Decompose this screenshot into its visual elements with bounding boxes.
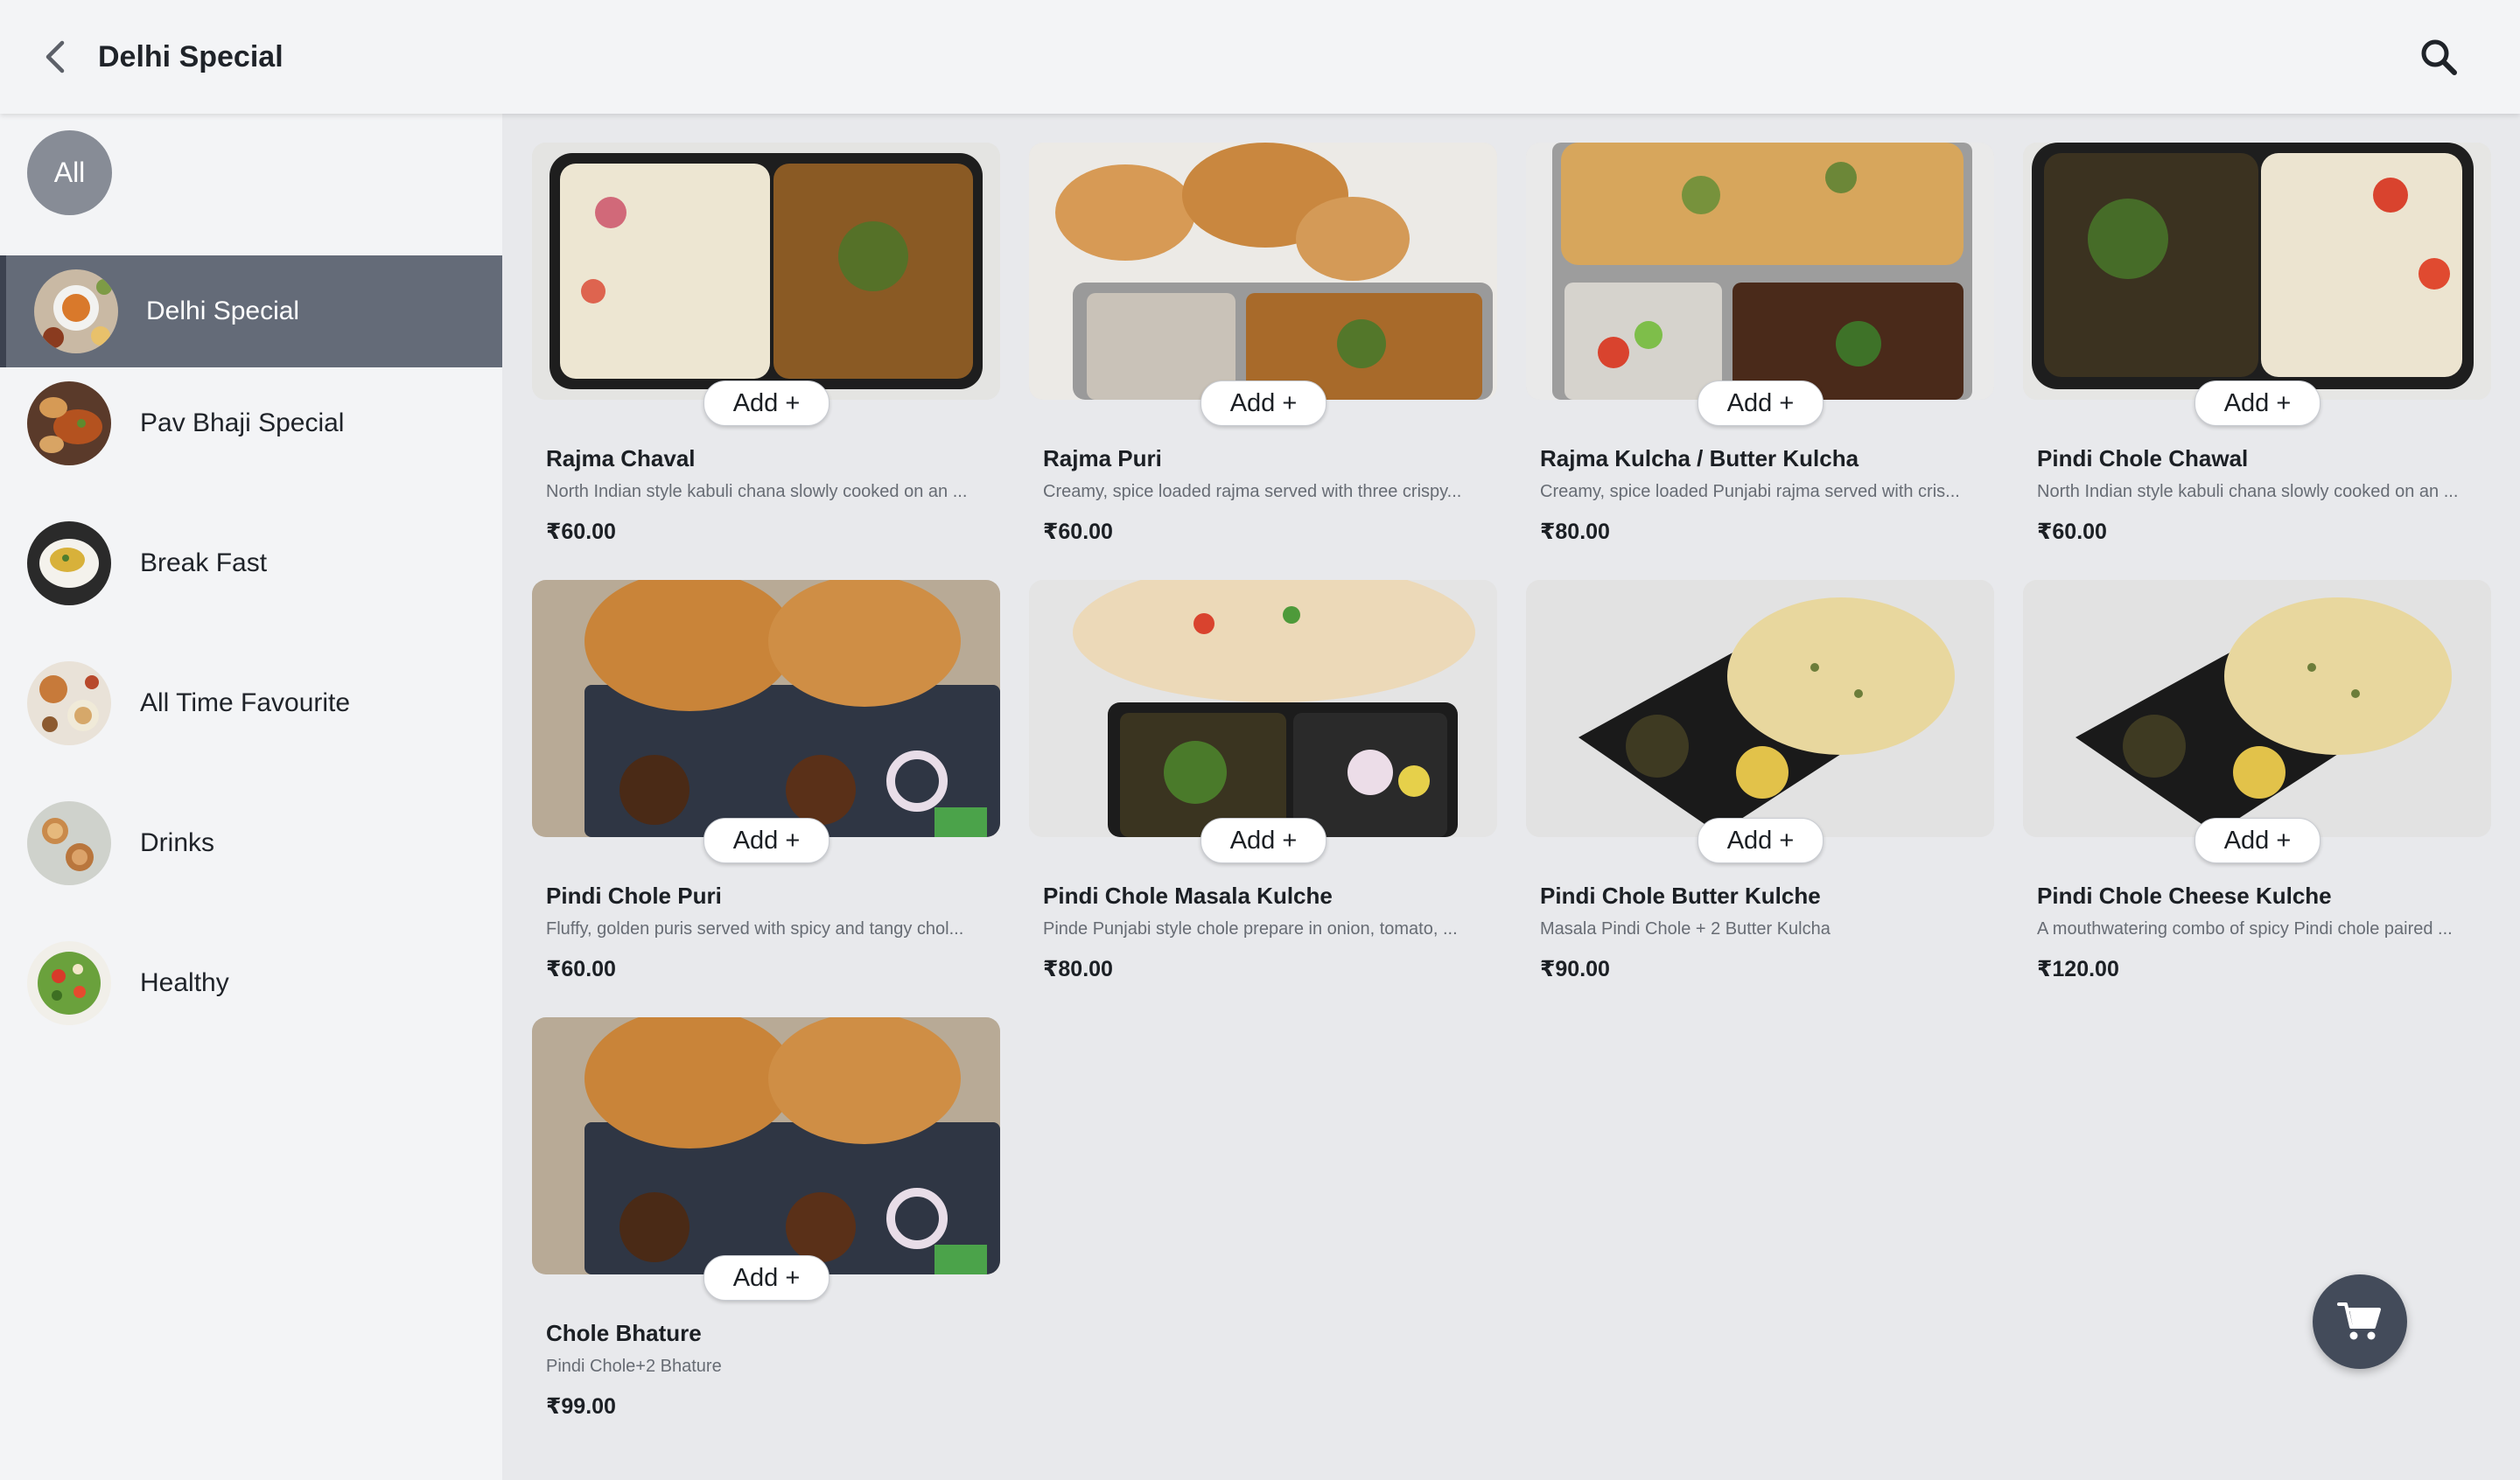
- sidebar-item-all-time-favourite[interactable]: All Time Favourite: [0, 647, 502, 759]
- product-description: Pindi Chole+2 Bhature: [546, 1357, 722, 1376]
- product-price: ₹60.00: [2037, 520, 2107, 544]
- category-sidebar: All Delhi Special Pav Bhaji Special Brea…: [0, 114, 502, 1480]
- product-image: [2023, 143, 2491, 400]
- product-price: ₹80.00: [1540, 520, 1610, 544]
- page-title: Delhi Special: [98, 40, 284, 73]
- product-price: ₹80.00: [1043, 957, 1113, 981]
- product-price: ₹120.00: [2037, 957, 2119, 981]
- product-description: Creamy, spice loaded rajma served with t…: [1043, 482, 1462, 501]
- product-name: Rajma Chaval: [546, 445, 696, 471]
- product-price: ₹60.00: [1043, 520, 1113, 544]
- product-image: [532, 143, 1000, 400]
- product-image: [1526, 580, 1994, 837]
- product-card-rajma-puri[interactable]: Add + Rajma Puri Creamy, spice loaded ra…: [1029, 143, 1497, 544]
- product-image: [532, 580, 1000, 837]
- product-price: ₹99.00: [546, 1394, 616, 1419]
- product-card-chole-bhature[interactable]: Add + Chole Bhature Pindi Chole+2 Bhatur…: [532, 1017, 1000, 1419]
- add-to-cart-button[interactable]: Add +: [2194, 818, 2320, 863]
- category-thumbnail: [27, 941, 111, 1025]
- sidebar-item-label: All Time Favourite: [140, 688, 351, 717]
- product-name: Pindi Chole Cheese Kulche: [2037, 883, 2332, 909]
- product-image: [532, 1017, 1000, 1274]
- product-price: ₹60.00: [546, 957, 616, 981]
- product-name: Rajma Puri: [1043, 445, 1162, 471]
- product-description: North Indian style kabuli chana slowly c…: [2037, 482, 2459, 501]
- sidebar-item-healthy[interactable]: Healthy: [0, 927, 502, 1039]
- product-card-pindi-chole-chawal[interactable]: Add + Pindi Chole Chawal North Indian st…: [2023, 143, 2491, 544]
- product-card-pindi-chole-masala-kulche[interactable]: Add + Pindi Chole Masala Kulche Pinde Pu…: [1029, 580, 1497, 981]
- sidebar-item-drinks[interactable]: Drinks: [0, 787, 502, 899]
- search-icon: [2421, 39, 2457, 75]
- product-description: A mouthwatering combo of spicy Pindi cho…: [2037, 919, 2453, 939]
- category-thumbnail: [27, 381, 111, 465]
- add-to-cart-button[interactable]: Add +: [1200, 380, 1326, 426]
- product-name: Pindi Chole Puri: [546, 883, 722, 909]
- add-to-cart-button[interactable]: Add +: [1200, 818, 1326, 863]
- sidebar-item-break-fast[interactable]: Break Fast: [0, 507, 502, 619]
- product-description: Fluffy, golden puris served with spicy a…: [546, 919, 964, 939]
- all-categories-chip[interactable]: All: [27, 130, 112, 215]
- search-button[interactable]: [2415, 33, 2464, 82]
- add-to-cart-button[interactable]: Add +: [1698, 380, 1824, 426]
- sidebar-item-label: Pav Bhaji Special: [140, 408, 345, 437]
- category-thumbnail: [27, 521, 111, 605]
- add-to-cart-button[interactable]: Add +: [2194, 380, 2320, 426]
- category-thumbnail: [27, 661, 111, 745]
- product-image: [1526, 143, 1994, 400]
- chevron-left-icon: [46, 40, 65, 73]
- product-card-pindi-chole-butter-kulche[interactable]: Add + Pindi Chole Butter Kulche Masala P…: [1526, 580, 1994, 981]
- category-thumbnail: [27, 801, 111, 885]
- product-name: Rajma Kulcha / Butter Kulcha: [1540, 445, 1859, 471]
- cart-button[interactable]: [2313, 1274, 2407, 1369]
- product-name: Pindi Chole Chawal: [2037, 445, 2249, 471]
- sidebar-item-label: Break Fast: [140, 548, 268, 577]
- add-to-cart-button[interactable]: Add +: [704, 818, 830, 863]
- product-description: Creamy, spice loaded Punjabi rajma serve…: [1540, 482, 1960, 501]
- product-description: Masala Pindi Chole + 2 Butter Kulcha: [1540, 919, 1830, 939]
- product-card-pindi-chole-puri[interactable]: Add + Pindi Chole Puri Fluffy, golden pu…: [532, 580, 1000, 981]
- product-price: ₹60.00: [546, 520, 616, 544]
- product-image: [1029, 143, 1497, 400]
- product-card-rajma-kulcha[interactable]: Add + Rajma Kulcha / Butter Kulcha Cream…: [1526, 143, 1994, 544]
- sidebar-item-label: Drinks: [140, 828, 215, 857]
- cart-icon: [2337, 1302, 2381, 1340]
- product-description: Pinde Punjabi style chole prepare in oni…: [1043, 919, 1458, 939]
- top-app-bar: Delhi Special: [0, 0, 2520, 114]
- product-card-rajma-chaval[interactable]: Add + Rajma Chaval North Indian style ka…: [532, 143, 1000, 544]
- product-image: [2023, 580, 2491, 837]
- product-price: ₹90.00: [1540, 957, 1610, 981]
- sidebar-item-label: Healthy: [140, 968, 229, 997]
- product-name: Chole Bhature: [546, 1320, 702, 1346]
- product-card-pindi-chole-cheese-kulche[interactable]: Add + Pindi Chole Cheese Kulche A mouthw…: [2023, 580, 2491, 981]
- product-grid: Add + Rajma Chaval North Indian style ka…: [502, 114, 2520, 1480]
- sidebar-item-pav-bhaji-special[interactable]: Pav Bhaji Special: [0, 367, 502, 479]
- sidebar-item-delhi-special[interactable]: Delhi Special: [0, 255, 502, 367]
- add-to-cart-button[interactable]: Add +: [704, 380, 830, 426]
- back-button[interactable]: [35, 35, 79, 79]
- product-name: Pindi Chole Butter Kulche: [1540, 883, 1821, 909]
- add-to-cart-button[interactable]: Add +: [704, 1255, 830, 1301]
- sidebar-item-label: Delhi Special: [146, 297, 300, 325]
- product-description: North Indian style kabuli chana slowly c…: [546, 482, 968, 501]
- add-to-cart-button[interactable]: Add +: [1698, 818, 1824, 863]
- product-image: [1029, 580, 1497, 837]
- product-name: Pindi Chole Masala Kulche: [1043, 883, 1333, 909]
- category-thumbnail: [34, 269, 118, 353]
